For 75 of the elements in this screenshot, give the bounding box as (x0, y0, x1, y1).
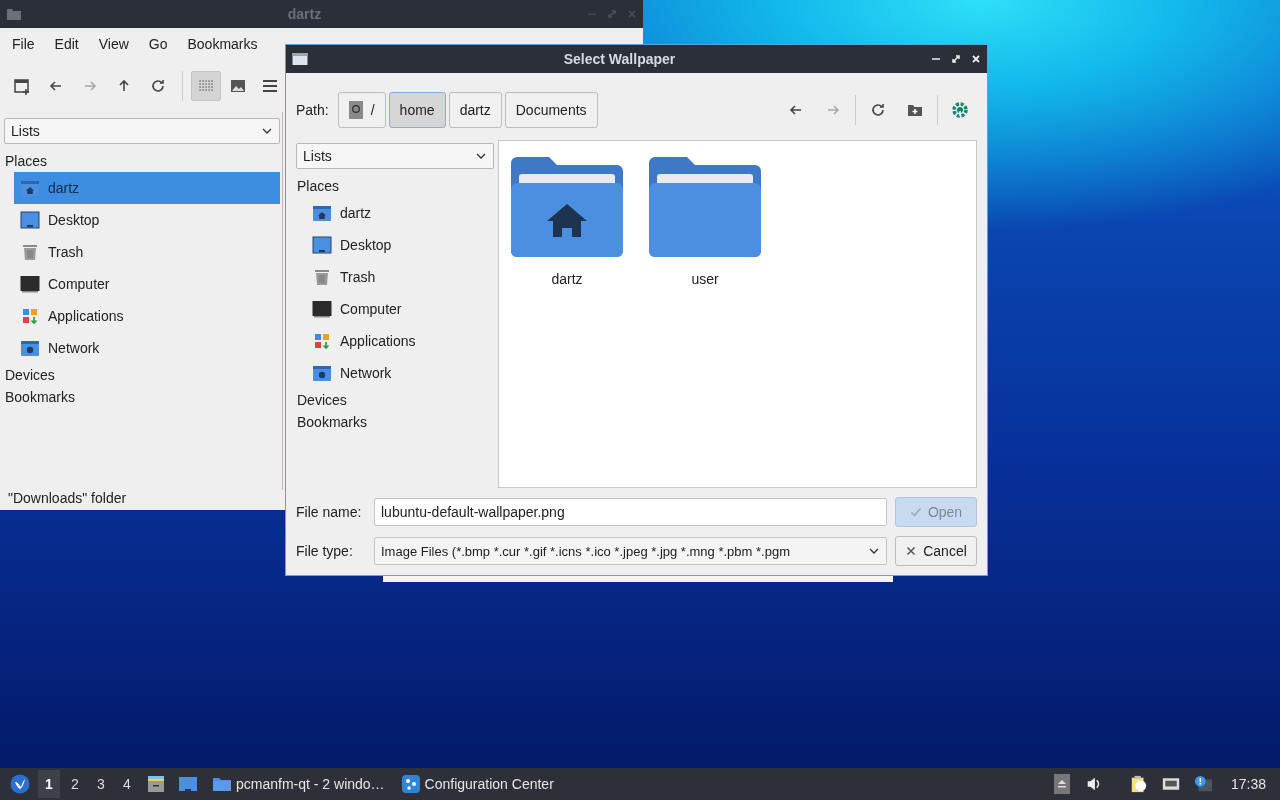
file-name[interactable]: dartz (551, 271, 583, 287)
file-name[interactable]: user (691, 271, 719, 287)
field-label: File type: (296, 543, 354, 559)
folder-icon (6, 6, 22, 22)
clipboard-icon[interactable] (1129, 774, 1148, 794)
place-item[interactable]: Applications (14, 300, 280, 332)
check-icon (909, 506, 922, 518)
place-item[interactable]: Computer (14, 268, 280, 300)
window-icon (292, 51, 308, 67)
eject-icon[interactable] (1052, 774, 1071, 794)
place-item[interactable]: Desktop (306, 229, 494, 261)
file-name-field[interactable]: lubuntu-default-wallpaper.png (374, 498, 887, 526)
new-tab-icon[interactable] (12, 76, 32, 96)
path-button[interactable]: home (388, 92, 446, 128)
home-folder-icon (20, 178, 40, 198)
drive-icon (348, 101, 363, 119)
file-cabinet-icon[interactable] (146, 774, 166, 794)
place-item[interactable]: dartz (306, 197, 494, 229)
menu-item[interactable]: Edit (44, 36, 89, 52)
section-header[interactable]: Bookmarks (297, 411, 494, 433)
path-button[interactable]: / (337, 92, 386, 128)
place-item[interactable]: Computer (306, 293, 494, 325)
place-item[interactable]: Applications (306, 325, 494, 357)
section-header[interactable]: Devices (297, 389, 494, 411)
desktop-icon (312, 235, 332, 255)
path-button[interactable]: dartz (448, 92, 502, 128)
path-label: Path: (296, 102, 329, 118)
menu-item[interactable]: View (88, 36, 139, 52)
place-item[interactable]: Desktop (14, 204, 280, 236)
cancel-button[interactable]: Cancel (895, 536, 977, 566)
home-folder-icon (312, 203, 332, 223)
taskbar-button[interactable]: pcmanfm-qt - 2 windo… (206, 770, 391, 798)
desktop-switcher[interactable]: 4 (116, 770, 138, 798)
section-header[interactable]: Bookmarks (5, 386, 280, 408)
place-item[interactable]: dartz (14, 172, 280, 204)
network-folder-icon (20, 338, 40, 358)
home-folder-icon[interactable] (511, 157, 623, 257)
desktop-switcher[interactable]: 3 (90, 770, 112, 798)
applications-icon (20, 306, 40, 326)
lists-dropdown[interactable]: Lists (4, 118, 280, 144)
window-title: dartz (286, 6, 323, 22)
section-header[interactable]: Places (297, 175, 494, 197)
trash-icon (312, 267, 332, 287)
show-desktop-icon[interactable] (178, 774, 198, 794)
file-type-dropdown[interactable]: Image Files (*.bmp *.cur *.gif *.icns *.ico *.jpeg *.jpg *.mng *.pbm *.pgm (374, 537, 887, 565)
desktop-switcher[interactable]: 1 (38, 770, 60, 798)
lists-dropdown[interactable]: Lists (296, 143, 494, 169)
taskbar-button[interactable]: Configuration Center (394, 770, 560, 798)
section-header[interactable]: Devices (5, 364, 280, 386)
folder-icon[interactable] (649, 157, 761, 257)
menu-item[interactable]: Go (138, 36, 178, 52)
place-item[interactable]: Network (14, 332, 280, 364)
computer-icon (20, 274, 40, 294)
desktop-switcher[interactable]: 2 (64, 770, 86, 798)
place-item[interactable]: Trash (306, 261, 494, 293)
menu-item[interactable]: File (2, 36, 45, 52)
place-item[interactable]: Trash (14, 236, 280, 268)
place-item[interactable]: Network (306, 357, 494, 389)
status-text: "Downloads" folder (8, 490, 127, 508)
applications-icon (312, 331, 332, 351)
window-title: Select Wallpaper (562, 51, 677, 67)
gear-icon[interactable] (950, 100, 970, 120)
trash-icon (20, 242, 40, 262)
desktop-icon (20, 210, 40, 230)
start-menu-icon[interactable] (10, 774, 30, 794)
clock[interactable]: 17:38 (1230, 776, 1266, 792)
field-label: File name: (296, 504, 363, 520)
section-header[interactable]: Places (5, 150, 280, 172)
notification-icon[interactable] (1193, 774, 1212, 794)
close-icon (905, 545, 918, 557)
menu-item[interactable]: Bookmarks (177, 36, 268, 52)
app-icon (400, 774, 421, 794)
path-button[interactable]: Documents (504, 92, 598, 128)
network-folder-icon (312, 363, 332, 383)
computer-icon (312, 299, 332, 319)
